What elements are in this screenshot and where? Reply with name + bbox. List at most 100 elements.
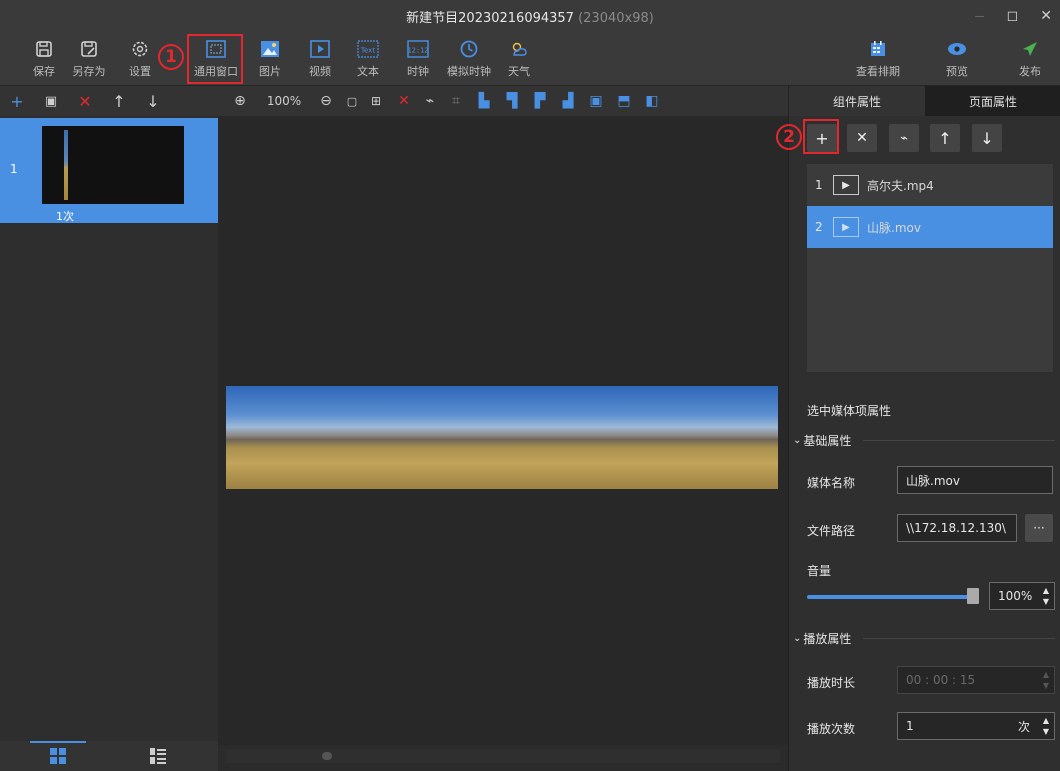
zoom-out-icon[interactable]: ⊖: [316, 86, 336, 116]
media-list-item-selected[interactable]: 2 ▶ 山脉.mov: [807, 206, 1053, 248]
properties-panel: 组件属性 页面属性 + ✕ ⌁ ↑ ↓ 1 ▶ 高尔夫.mp4 2 ▶ 山脉.m…: [788, 86, 1060, 771]
save-as-icon: [78, 38, 100, 60]
clear-media-button[interactable]: ⌁: [889, 124, 919, 152]
save-button[interactable]: 保存: [22, 36, 66, 82]
volume-field[interactable]: 100% ▲ ▼: [989, 582, 1055, 610]
fill-vertical-icon[interactable]: ◧: [642, 86, 662, 116]
text-icon: Text: [357, 38, 379, 60]
fit-screen-icon[interactable]: ⊞: [366, 86, 386, 116]
send-back-icon[interactable]: ▟: [558, 86, 578, 116]
step-2-highlight: [803, 119, 839, 154]
page-list: 1 1次: [0, 116, 218, 741]
minimize-button[interactable]: —: [975, 11, 985, 22]
canvas-area[interactable]: [218, 116, 788, 745]
image-button[interactable]: 图片: [248, 36, 292, 82]
fill-window-icon[interactable]: ▣: [586, 86, 606, 116]
crop-icon[interactable]: ⌗: [446, 86, 466, 116]
move-media-up-button[interactable]: ↑: [930, 124, 960, 152]
move-media-down-button[interactable]: ↓: [972, 124, 1002, 152]
bring-front-icon[interactable]: ▙: [474, 86, 494, 116]
tab-component-properties[interactable]: 组件属性: [789, 86, 925, 116]
play-count-field[interactable]: 1 次 ▲ ▼: [897, 712, 1055, 740]
media-name-field[interactable]: 山脉.mov: [897, 466, 1053, 494]
volume-stepper[interactable]: ▲ ▼: [1040, 585, 1052, 607]
media-list: 1 ▶ 高尔夫.mp4 2 ▶ 山脉.mov: [807, 164, 1053, 372]
maximize-button[interactable]: ◻: [1007, 8, 1019, 24]
settings-button[interactable]: 设置: [118, 36, 162, 82]
gear-icon: [129, 38, 151, 60]
move-up-icon[interactable]: ↑: [102, 92, 136, 111]
bring-forward-icon[interactable]: ▜: [502, 86, 522, 116]
image-icon: [259, 38, 281, 60]
fill-horizontal-icon[interactable]: ⬒: [614, 86, 634, 116]
zoom-level: 100%: [266, 94, 302, 108]
clear-icon[interactable]: ⌁: [420, 86, 440, 116]
volume-slider-handle[interactable]: [967, 588, 979, 604]
page-toolbar: + ▣ ✕ ↑ ↓: [0, 86, 218, 116]
preview-button[interactable]: 预览: [935, 36, 979, 82]
save-icon: [33, 38, 55, 60]
volume-label: 音量: [807, 564, 832, 578]
copy-page-icon[interactable]: ▣: [34, 94, 68, 109]
add-page-icon[interactable]: +: [0, 92, 34, 111]
tab-page-properties[interactable]: 页面属性: [925, 86, 1060, 116]
weather-icon: [508, 38, 530, 60]
calendar-icon: [867, 38, 889, 60]
arrow-down-icon: ↓: [980, 128, 994, 148]
zoom-in-icon[interactable]: ⊕: [230, 86, 250, 116]
file-path-field[interactable]: \\172.18.12.130\: [897, 514, 1017, 542]
media-list-item[interactable]: 1 ▶ 高尔夫.mp4: [807, 164, 1053, 206]
browse-file-button[interactable]: ···: [1025, 514, 1053, 542]
horizontal-scrollbar[interactable]: [226, 749, 780, 763]
list-view-icon[interactable]: [150, 748, 166, 767]
duration-field: 00 : 00 : 15 ▲ ▼: [897, 666, 1055, 694]
save-as-button[interactable]: 另存为: [67, 36, 111, 82]
selected-media-title: 选中媒体项属性: [807, 404, 892, 418]
eye-icon: [946, 38, 968, 60]
publish-button[interactable]: 发布: [1008, 36, 1052, 82]
chevron-down-icon: ⌄: [793, 434, 802, 446]
scrollbar-thumb[interactable]: [322, 752, 332, 760]
remove-media-button[interactable]: ✕: [847, 124, 877, 152]
view-schedule-button[interactable]: 查看排期: [853, 36, 903, 82]
svg-text:12:12: 12:12: [407, 47, 428, 55]
send-icon: [1019, 38, 1041, 60]
grid-view-icon[interactable]: [50, 748, 66, 767]
play-properties-header[interactable]: ⌄ 播放属性: [793, 630, 1055, 646]
actual-size-icon[interactable]: ▢: [342, 86, 362, 116]
video-icon: [309, 38, 331, 60]
weather-button[interactable]: 天气: [497, 36, 541, 82]
page-item[interactable]: 1 1次: [0, 118, 218, 223]
media-name-label: 媒体名称: [807, 476, 856, 490]
active-tab-indicator: [30, 741, 86, 743]
chevron-down-icon: ⌄: [793, 632, 802, 644]
analog-clock-icon: [458, 38, 480, 60]
delete-page-icon[interactable]: ✕: [68, 92, 102, 111]
duration-stepper: ▲ ▼: [1042, 670, 1050, 690]
close-icon: ✕: [856, 130, 868, 146]
digital-clock-icon: 12:12: [407, 38, 429, 60]
step-1-highlight: [187, 34, 243, 84]
move-down-icon[interactable]: ↓: [136, 92, 170, 111]
video-file-icon: ▶: [833, 217, 859, 237]
svg-text:Text: Text: [360, 47, 375, 55]
delete-window-icon[interactable]: ✕: [394, 86, 414, 116]
volume-slider[interactable]: [807, 595, 973, 599]
media-preview-window[interactable]: [226, 386, 778, 489]
clock-button[interactable]: 12:12 时钟: [396, 36, 440, 82]
text-button[interactable]: Text 文本: [346, 36, 390, 82]
play-count-stepper[interactable]: ▲ ▼: [1040, 715, 1052, 737]
analog-clock-button[interactable]: 模拟时钟: [447, 36, 491, 82]
page-thumbnail: [42, 126, 184, 204]
step-1-marker: 1: [158, 44, 184, 70]
close-button[interactable]: ✕: [1040, 8, 1052, 24]
play-count-label: 播放次数: [807, 722, 856, 736]
video-button[interactable]: 视频: [298, 36, 342, 82]
step-2-marker: 2: [776, 124, 802, 150]
window-title: 新建节目20230216094357 (23040x98): [406, 10, 654, 26]
broom-icon: ⌁: [900, 130, 908, 146]
basic-properties-header[interactable]: ⌄ 基础属性: [793, 432, 1055, 448]
title-bar: 新建节目20230216094357 (23040x98) — ◻ ✕: [0, 0, 1060, 32]
video-file-icon: ▶: [833, 175, 859, 195]
send-backward-icon[interactable]: ▛: [530, 86, 550, 116]
